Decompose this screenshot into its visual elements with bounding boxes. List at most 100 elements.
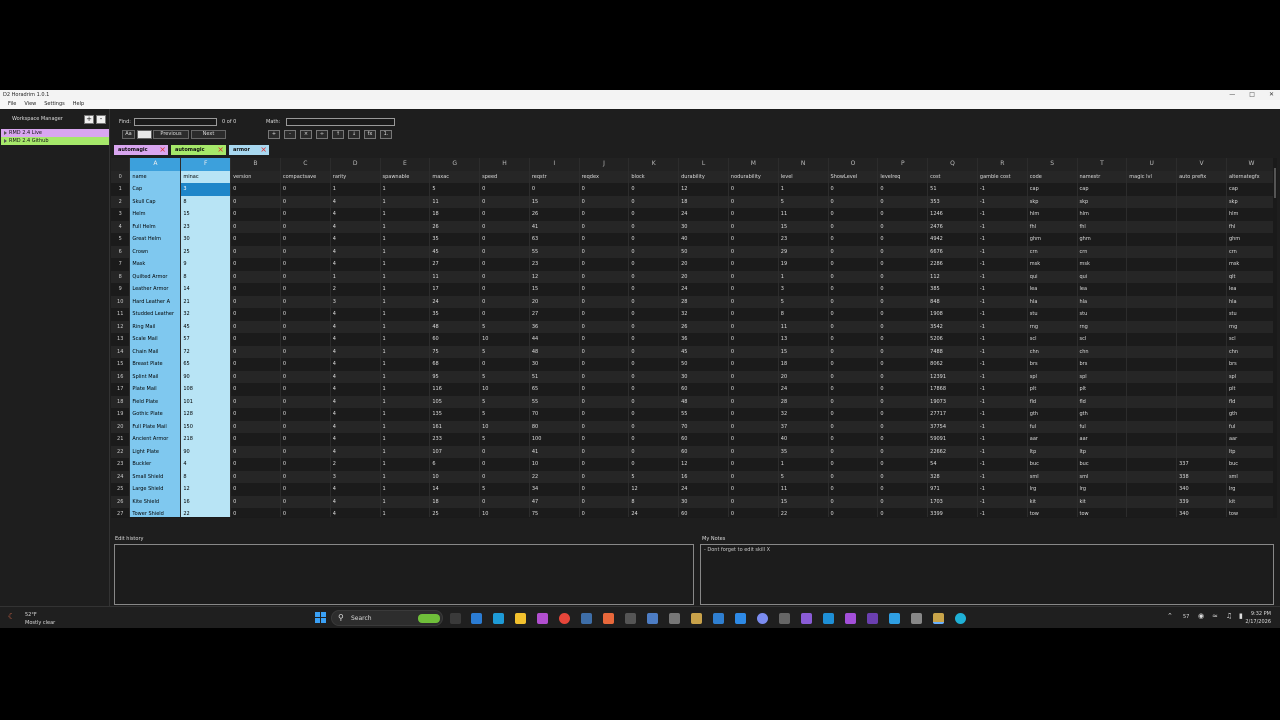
table-cell[interactable]: kit [1077,495,1128,508]
table-cell[interactable]: 0 [877,345,929,358]
table-cell[interactable]: Small Shield [129,470,182,483]
menu-view[interactable]: View [24,100,36,109]
table-cell[interactable] [1126,408,1178,421]
table-cell[interactable]: 0 [230,495,281,508]
table-cell[interactable]: Breast Plate [129,358,182,371]
tab-automagic[interactable]: automagic × [171,145,226,155]
table-cell[interactable]: 0 [479,308,530,321]
table-cell[interactable]: 0 [479,245,530,258]
table-cell[interactable]: 0 [828,283,879,296]
table-cell[interactable]: 0 [280,370,331,383]
table-cell[interactable]: rng [1077,320,1128,333]
table-cell[interactable]: 12 [678,183,729,196]
table-cell[interactable]: crn [1027,245,1078,258]
table-cell[interactable] [1176,270,1227,283]
table-cell[interactable]: 26 [529,208,580,221]
table-cell[interactable]: rng [1226,320,1277,333]
table-cell[interactable]: 0 [728,445,779,458]
table-cell[interactable]: 0 [877,470,929,483]
table-cell[interactable]: fld [1226,395,1277,408]
table-cell[interactable]: crn [1077,245,1128,258]
table-cell[interactable]: spl [1226,370,1277,383]
table-cell[interactable]: 0 [479,183,530,196]
table-cell[interactable]: aar [1027,433,1078,446]
table-cell[interactable]: Kite Shield [129,495,182,508]
table-cell[interactable]: gth [1226,408,1277,421]
table-cell[interactable]: 1 [380,433,431,446]
column-letter[interactable]: L [678,158,729,171]
table-cell[interactable]: sml [1077,470,1128,483]
table-cell[interactable]: 0 [280,283,331,296]
table-cell[interactable]: 23 [529,258,580,271]
table-cell[interactable]: 0 [877,220,929,233]
table-cell[interactable]: stu [1226,308,1277,321]
table-cell[interactable]: 0 [579,458,630,471]
table-cell[interactable]: 0 [280,383,331,396]
table-cell[interactable]: 0 [579,383,630,396]
table-cell[interactable]: 0 [828,445,879,458]
table-cell[interactable]: 0 [280,258,331,271]
table-cell[interactable]: ful [1077,420,1128,433]
add-workspace-button[interactable]: + [84,115,94,124]
table-cell[interactable]: 1 [380,283,431,296]
table-cell[interactable]: Field Plate [129,395,182,408]
table-cell[interactable]: spl [1077,370,1128,383]
row-number[interactable]: 12 [111,320,131,333]
column-letter[interactable]: A [129,158,182,171]
edge-icon[interactable] [493,613,504,624]
table-cell[interactable]: -1 [977,295,1028,308]
table-cell[interactable]: 105 [429,395,481,408]
table-cell[interactable]: 0 [728,420,779,433]
table-cell[interactable]: 1 [380,308,431,321]
widgets-icon[interactable] [471,613,482,624]
table-cell[interactable] [1176,283,1227,296]
header-cell[interactable]: durability [678,170,729,183]
table-cell[interactable]: 45 [678,345,729,358]
table-cell[interactable]: 0 [828,383,879,396]
table-cell[interactable]: 0 [628,458,680,471]
table-cell[interactable]: 60 [678,433,729,446]
table-cell[interactable]: 0 [579,233,630,246]
table-cell[interactable]: -1 [977,470,1028,483]
table-cell[interactable]: 11 [778,483,829,496]
table-cell[interactable]: 0 [230,370,281,383]
table-cell[interactable]: 60 [678,383,729,396]
table-cell[interactable]: 112 [927,270,978,283]
table-cell[interactable]: 0 [828,308,879,321]
table-cell[interactable] [1126,245,1178,258]
table-cell[interactable]: 36 [529,320,580,333]
edit-history-box[interactable] [114,544,694,605]
table-cell[interactable]: 3 [180,183,232,196]
table-cell[interactable]: 0 [579,308,630,321]
table-cell[interactable]: 40 [678,233,729,246]
table-cell[interactable]: 0 [479,295,530,308]
table-cell[interactable]: 0 [828,345,879,358]
table-cell[interactable]: 2476 [927,220,978,233]
header-cell[interactable]: auto prefix [1176,170,1227,183]
table-cell[interactable] [1176,208,1227,221]
table-cell[interactable]: 1908 [927,308,978,321]
table-cell[interactable]: 18 [429,208,481,221]
row-number[interactable]: 8 [111,270,131,283]
table-cell[interactable]: 60 [429,333,481,346]
table-cell[interactable]: 1 [380,458,431,471]
table-cell[interactable]: hla [1027,295,1078,308]
table-cell[interactable]: 0 [877,370,929,383]
d2-horadrim-icon[interactable] [933,613,944,624]
table-cell[interactable] [1176,395,1227,408]
table-cell[interactable] [1176,445,1227,458]
header-cell[interactable]: code [1027,170,1078,183]
table-cell[interactable]: Light Plate [129,445,182,458]
table-cell[interactable]: 0 [728,195,779,208]
app-icon[interactable] [581,613,592,624]
math-decimal-button[interactable]: 1. [380,130,392,139]
table-cell[interactable]: 0 [728,270,779,283]
table-cell[interactable]: 0 [230,433,281,446]
table-cell[interactable]: 11 [778,208,829,221]
table-cell[interactable]: 0 [280,308,331,321]
table-cell[interactable] [1126,370,1178,383]
table-cell[interactable]: 70 [529,408,580,421]
table-cell[interactable]: 0 [230,358,281,371]
table-cell[interactable]: 4 [330,395,381,408]
table-cell[interactable]: 2 [330,283,381,296]
